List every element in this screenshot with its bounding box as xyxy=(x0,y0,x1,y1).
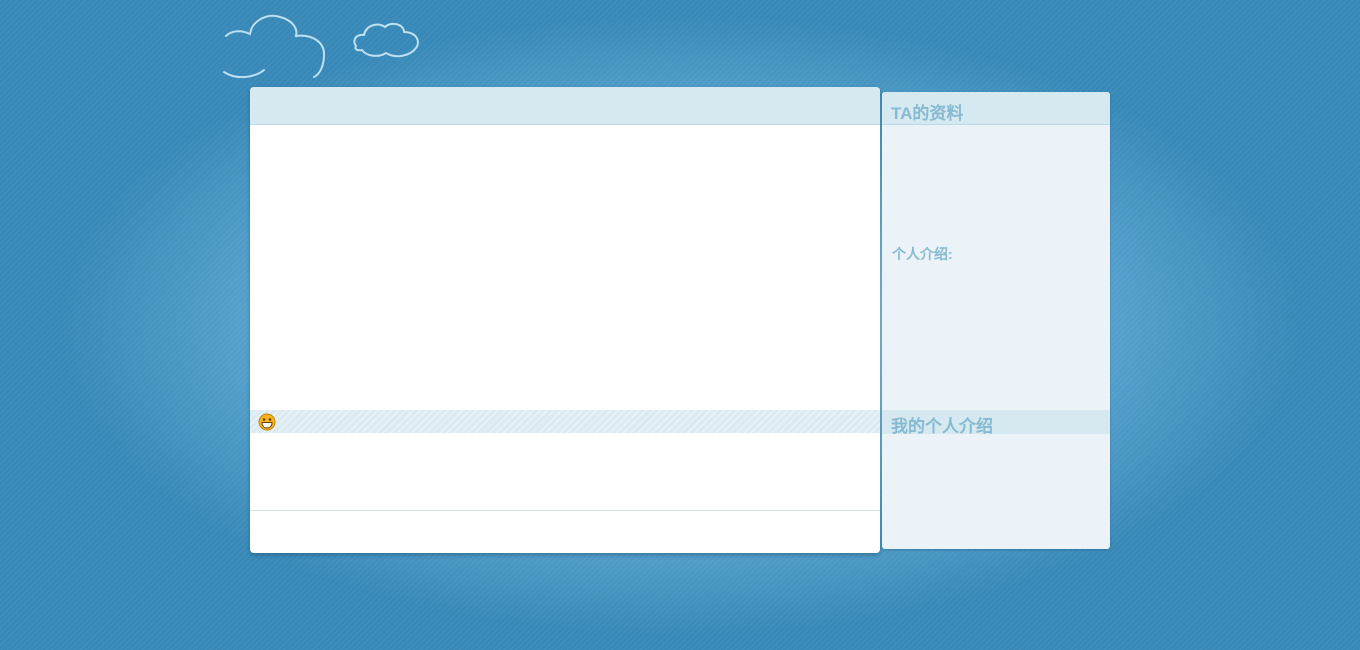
smiley-face-icon[interactable] xyxy=(258,413,276,431)
profile-sidebar: TA的资料 个人介绍: 我的个人介绍 xyxy=(882,92,1110,549)
chat-window xyxy=(250,87,880,553)
input-toolbar xyxy=(250,410,880,433)
chat-header xyxy=(250,87,880,125)
chat-footer xyxy=(250,511,880,553)
cloud-decoration-icon xyxy=(223,15,419,78)
intro-label: 个人介绍: xyxy=(892,246,953,262)
my-intro-header: 我的个人介绍 xyxy=(882,410,1110,436)
profile-title: TA的资料 xyxy=(891,104,964,123)
my-intro-title: 我的个人介绍 xyxy=(891,417,993,436)
message-input[interactable] xyxy=(250,433,880,511)
profile-header: TA的资料 xyxy=(882,92,1110,125)
message-history-area[interactable] xyxy=(250,125,880,410)
